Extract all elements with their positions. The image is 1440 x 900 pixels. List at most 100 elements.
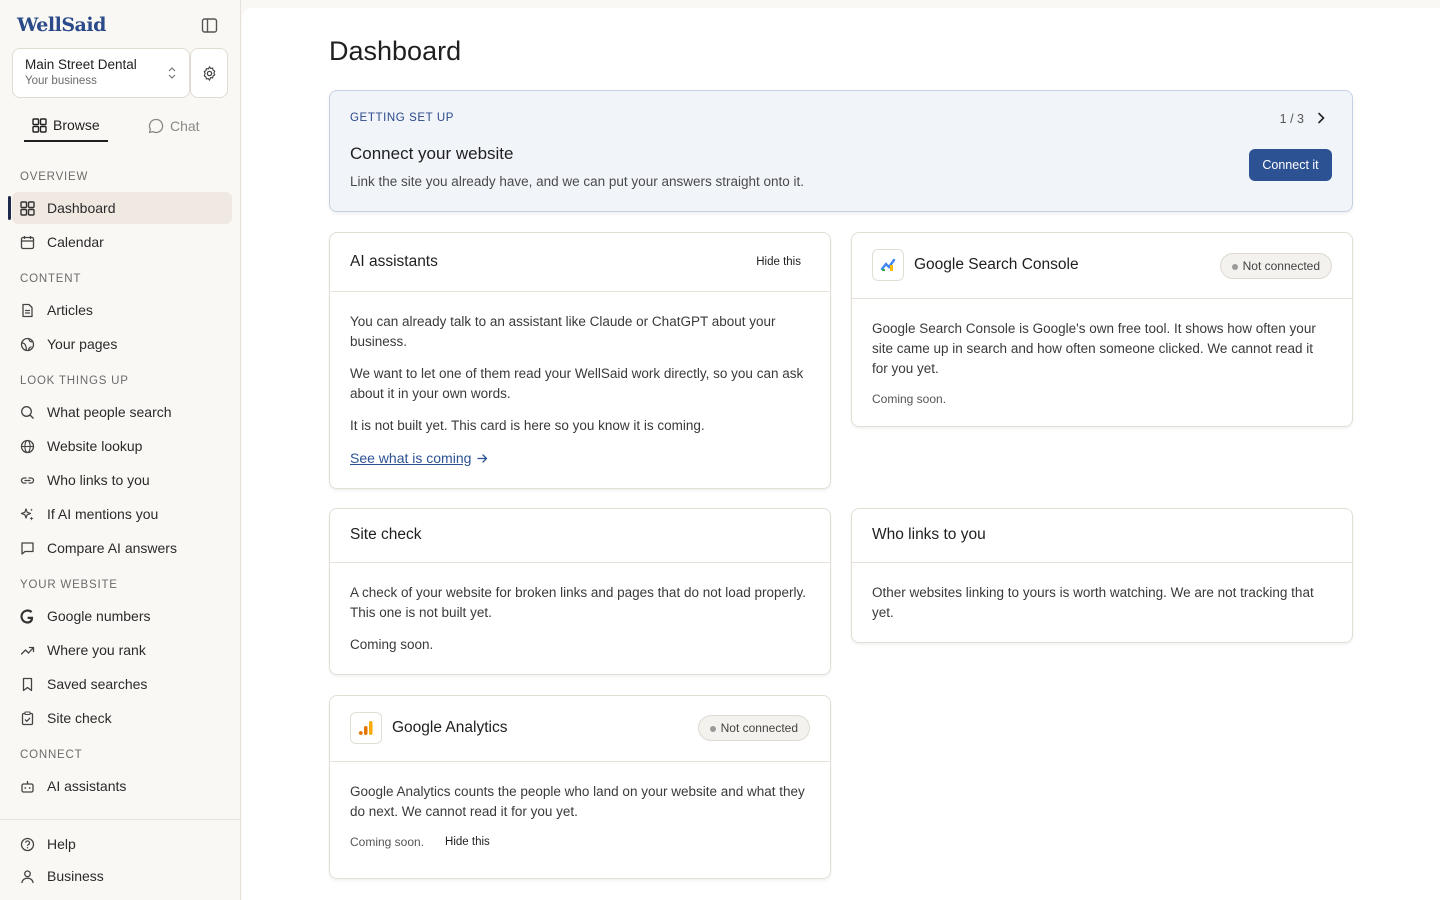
who-links-card: Who links to you Other websites linking … xyxy=(851,508,1353,643)
card-body: You can already talk to an assistant lik… xyxy=(330,292,830,488)
tab-chat[interactable]: Chat xyxy=(148,110,218,142)
status-badge: Not connected xyxy=(697,715,810,741)
sidebar-item-dashboard[interactable]: Dashboard xyxy=(8,192,232,224)
card-title: Site check xyxy=(350,526,422,543)
card-paragraph: We want to let one of them read your Wel… xyxy=(350,366,804,401)
sidebar-item-your-pages[interactable]: Your pages xyxy=(12,328,232,360)
card-paragraph: Other websites linking to yours is worth… xyxy=(872,585,1314,620)
coming-soon-text: Coming soon. xyxy=(872,392,947,406)
sidebar-item-label: Where you rank xyxy=(47,642,146,658)
sidebar-item-google-numbers[interactable]: Google numbers xyxy=(12,600,232,632)
link-label: See what is coming xyxy=(350,450,472,466)
business-name: Main Street Dental xyxy=(25,57,137,72)
sidebar-item-label: If AI mentions you xyxy=(47,506,159,522)
page-title: Dashboard xyxy=(329,36,462,66)
sidebar-item-label: What people search xyxy=(47,404,172,420)
search-console-icon xyxy=(872,249,904,281)
arrow-right-icon xyxy=(477,453,488,463)
clipboard-check-icon xyxy=(21,710,34,725)
sidebar-item-site-check[interactable]: Site check xyxy=(12,702,232,734)
coming-soon-text: Coming soon. xyxy=(350,835,425,849)
sidebar-item-help[interactable]: Help xyxy=(12,828,232,860)
hide-card-button[interactable]: Hide this xyxy=(756,256,801,268)
business-subtitle: Your business xyxy=(25,75,97,87)
setup-pager: 1 / 3 xyxy=(1279,112,1304,126)
card-header: Site check xyxy=(330,509,830,563)
sidebar-item-label: Calendar xyxy=(47,234,104,250)
card-title: AI assistants xyxy=(350,253,438,270)
card-paragraph: Google Analytics counts the people who l… xyxy=(350,784,805,819)
sidebar-item-compare-ai[interactable]: Compare AI answers xyxy=(12,532,232,564)
card-paragraph: You can already talk to an assistant lik… xyxy=(350,314,776,349)
google-analytics-card: Google Analytics Not connected Google An… xyxy=(329,695,831,879)
chevron-right-icon[interactable] xyxy=(1314,111,1328,125)
link-icon xyxy=(20,476,35,484)
nav-section-overview: OVERVIEW xyxy=(20,171,89,183)
site-check-card: Site check A check of your website for b… xyxy=(329,508,831,675)
sidebar-item-label: Business xyxy=(47,868,104,884)
trending-up-icon xyxy=(20,646,35,655)
calendar-icon xyxy=(20,235,35,249)
card-body: Google Analytics counts the people who l… xyxy=(330,762,830,872)
card-paragraph: Google Search Console is Google's own fr… xyxy=(872,321,1316,376)
setup-description: Link the site you already have, and we c… xyxy=(350,174,805,189)
card-header: Google Search Console Not connected xyxy=(852,233,1352,299)
card-body: Other websites linking to yours is worth… xyxy=(852,563,1352,642)
sidebar-item-articles[interactable]: Articles xyxy=(12,294,232,326)
mode-tabs: Browse Chat xyxy=(24,110,224,142)
sidebar-item-label: Saved searches xyxy=(47,676,148,692)
card-body: Google Search Console is Google's own fr… xyxy=(852,299,1352,426)
sidebar-item-label: Articles xyxy=(47,302,93,318)
grid-icon xyxy=(20,200,35,216)
google-search-console-card: Google Search Console Not connected Goog… xyxy=(851,232,1353,427)
sidebar-item-what-people-search[interactable]: What people search xyxy=(12,396,232,428)
getting-set-up-card: GETTING SET UP 1 / 3 Connect your websit… xyxy=(329,90,1353,212)
nav-section-look-up: LOOK THINGS UP xyxy=(20,375,129,387)
sidebar-item-label: Website lookup xyxy=(47,438,143,454)
sidebar-item-label: Dashboard xyxy=(47,200,116,216)
sidebar-toggle-icon[interactable] xyxy=(201,17,218,34)
chat-bubble-icon xyxy=(148,118,164,134)
card-title: Google Search Console xyxy=(914,256,1079,273)
sidebar-item-ai-assistants[interactable]: AI assistants xyxy=(12,770,232,802)
main-content: Dashboard GETTING SET UP 1 / 3 Connect y… xyxy=(242,8,1440,900)
card-header: Google Analytics Not connected xyxy=(330,696,830,762)
card-header: Who links to you xyxy=(852,509,1352,563)
connect-it-button[interactable]: Connect it xyxy=(1249,149,1332,181)
tab-browse[interactable]: Browse xyxy=(24,110,108,142)
setup-title: Connect your website xyxy=(350,144,514,163)
card-body: A check of your website for broken links… xyxy=(330,563,830,674)
bookmark-icon xyxy=(22,677,33,691)
chevron-up-down-icon xyxy=(167,66,177,80)
user-icon xyxy=(21,869,34,883)
sidebar-item-saved-searches[interactable]: Saved searches xyxy=(12,668,232,700)
tab-browse-label: Browse xyxy=(53,117,100,133)
sidebar-item-label: Your pages xyxy=(47,336,118,352)
gear-icon xyxy=(203,65,215,81)
sidebar: WellSaid Main Street Dental Your busines… xyxy=(0,0,241,900)
sidebar-item-label: Site check xyxy=(47,710,112,726)
sidebar-item-ai-mentions[interactable]: If AI mentions you xyxy=(12,498,232,530)
grid-icon xyxy=(32,117,47,133)
sidebar-item-website-lookup[interactable]: Website lookup xyxy=(12,430,232,462)
nav-section-content: CONTENT xyxy=(20,273,82,285)
business-selector[interactable]: Main Street Dental Your business xyxy=(12,48,190,98)
card-header: AI assistants Hide this xyxy=(330,233,830,292)
sparkles-icon xyxy=(20,507,34,520)
wellsaid-logo[interactable]: WellSaid xyxy=(17,14,106,36)
sidebar-item-label: AI assistants xyxy=(47,778,127,794)
business-settings-button[interactable] xyxy=(190,48,228,98)
sidebar-item-label: Who links to you xyxy=(47,472,150,488)
hide-card-button[interactable]: Hide this xyxy=(445,832,490,852)
sidebar-item-business[interactable]: Business xyxy=(12,860,232,892)
ai-assistants-card: AI assistants Hide this You can already … xyxy=(329,232,831,489)
sidebar-item-where-rank[interactable]: Where you rank xyxy=(12,634,232,666)
globe-pages-icon xyxy=(20,337,35,351)
google-g-icon xyxy=(20,608,34,624)
sidebar-item-calendar[interactable]: Calendar xyxy=(12,226,232,258)
card-paragraph: It is not built yet. This card is here s… xyxy=(350,418,705,433)
analytics-icon xyxy=(350,712,382,744)
see-what-is-coming-link[interactable]: See what is coming xyxy=(350,448,810,468)
globe-icon xyxy=(20,439,35,453)
sidebar-item-who-links[interactable]: Who links to you xyxy=(12,464,232,496)
